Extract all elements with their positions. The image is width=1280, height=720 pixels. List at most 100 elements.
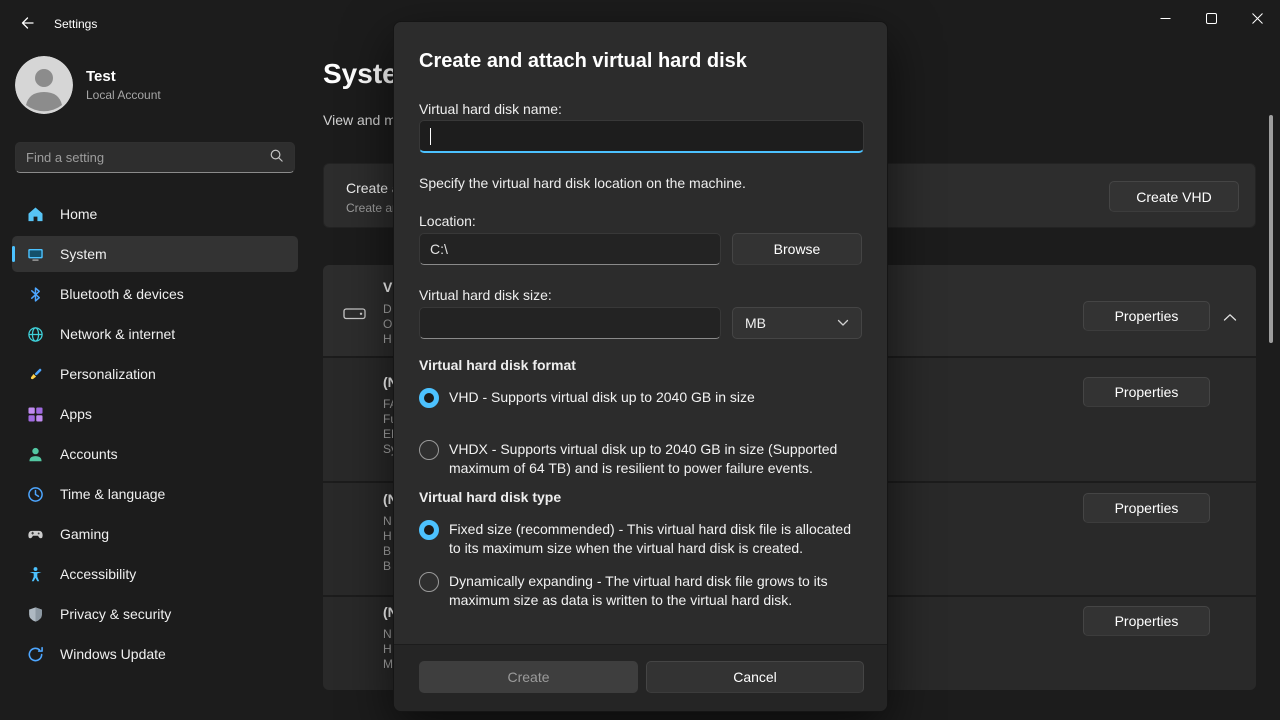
radio-label: Fixed size (recommended) - This virtual … [449,521,852,556]
back-arrow-icon [21,17,34,29]
home-icon [26,205,44,223]
radio-option-vhdx[interactable]: VHDX - Supports virtual disk up to 2040 … [419,440,867,478]
sidebar-item-accounts[interactable]: Accounts [12,436,298,472]
location-value: C:\ [430,241,448,257]
size-unit-value: MB [745,315,766,331]
sidebar-item-label: Time & language [60,486,166,502]
sidebar-nav: Home System Bluetooth & devices Network … [12,196,298,676]
location-input[interactable]: C:\ [419,233,721,265]
radio-button-unchecked[interactable] [419,440,439,460]
sidebar-item-label: Accessibility [60,566,137,582]
user-account[interactable]: Test Local Account [15,56,161,114]
apps-icon [26,405,44,423]
location-label: Location: [419,213,476,229]
create-button[interactable]: Create [419,661,638,693]
properties-button[interactable]: Properties [1083,377,1210,407]
text-caret [430,127,431,145]
radio-label: VHD - Supports virtual disk up to 2040 G… [449,389,755,405]
chevron-down-icon [837,319,849,326]
properties-button[interactable]: Properties [1083,493,1210,523]
page-subtitle: View and m [323,112,396,128]
disk-name: V [383,279,393,295]
sidebar-item-gaming[interactable]: Gaming [12,516,298,552]
minimize-button[interactable] [1142,0,1188,36]
vhd-name-input[interactable] [419,120,864,153]
gaming-icon [26,525,44,543]
type-heading: Virtual hard disk type [419,489,562,505]
radio-option-dynamically-expanding[interactable]: Dynamically expanding - The virtual hard… [419,572,867,610]
radio-button-checked[interactable] [419,388,439,408]
dialog-footer: Create Cancel [394,644,887,711]
sidebar-item-time-language[interactable]: Time & language [12,476,298,512]
card-title: Create a [346,180,400,196]
size-input[interactable] [419,307,721,339]
sidebar-item-bluetooth-devices[interactable]: Bluetooth & devices [12,276,298,312]
sidebar-item-apps[interactable]: Apps [12,396,298,432]
create-vhd-dialog: Create and attach virtual hard disk Virt… [393,21,888,712]
network-icon [26,325,44,343]
sidebar-item-home[interactable]: Home [12,196,298,232]
sidebar-item-network-internet[interactable]: Network & internet [12,316,298,352]
cancel-button[interactable]: Cancel [646,661,864,693]
maximize-icon [1205,12,1217,24]
sidebar-item-label: Personalization [60,366,156,382]
windows-update-icon [26,645,44,663]
radio-button-unchecked[interactable] [419,572,439,592]
sidebar-item-label: Gaming [60,526,110,542]
size-label: Virtual hard disk size: [419,287,552,303]
size-unit-dropdown[interactable]: MB [732,307,862,339]
close-icon [1251,12,1263,24]
sidebar-item-label: Home [60,206,98,222]
maximize-button[interactable] [1188,0,1234,36]
sidebar: Test Local Account Home System Bluetooth… [0,48,310,720]
system-icon [26,245,44,263]
accessibility-icon [26,565,44,583]
disk-detail: D [383,302,392,316]
accounts-icon [26,445,44,463]
properties-button[interactable]: Properties [1083,606,1210,636]
search-icon [269,148,284,168]
window-controls [1142,0,1280,36]
sidebar-item-label: Bluetooth & devices [60,286,184,302]
scrollbar[interactable] [1269,115,1273,343]
disk-icon [343,305,366,327]
sidebar-item-label: Apps [60,406,92,422]
settings-window: Settings Test Local Account Find a setti… [0,0,1280,720]
create-vhd-button[interactable]: Create VHD [1109,181,1239,212]
sidebar-item-system[interactable]: System [12,236,298,272]
chevron-up-icon[interactable] [1223,309,1237,327]
back-button[interactable] [8,8,46,38]
user-account-type: Local Account [86,88,161,102]
vhd-name-label: Virtual hard disk name: [419,101,562,117]
minimize-icon [1160,17,1170,19]
sidebar-item-label: Network & internet [60,326,176,342]
sidebar-item-personalization[interactable]: Personalization [12,356,298,392]
radio-label: VHDX - Supports virtual disk up to 2040 … [449,441,838,476]
radio-option-fixed-size[interactable]: Fixed size (recommended) - This virtual … [419,520,867,558]
person-icon [15,56,73,114]
time-language-icon [26,485,44,503]
privacy-security-icon [26,605,44,623]
radio-label: Dynamically expanding - The virtual hard… [449,573,828,608]
app-title: Settings [54,17,98,31]
avatar [15,56,73,114]
radio-option-vhd[interactable]: VHD - Supports virtual disk up to 2040 G… [419,388,867,408]
sidebar-item-windows-update[interactable]: Windows Update [12,636,298,672]
radio-button-checked[interactable] [419,520,439,540]
disk-detail: O [383,317,393,331]
properties-button[interactable]: Properties [1083,301,1210,331]
personalization-icon [26,365,44,383]
location-instruction: Specify the virtual hard disk location o… [419,175,746,191]
bluetooth-icon [26,285,44,303]
close-button[interactable] [1234,0,1280,36]
sidebar-item-label: Privacy & security [60,606,172,622]
browse-button[interactable]: Browse [732,233,862,265]
sidebar-item-accessibility[interactable]: Accessibility [12,556,298,592]
dialog-title: Create and attach virtual hard disk [419,50,747,72]
search-input[interactable] [26,150,269,165]
sidebar-item-label: Accounts [60,446,118,462]
sidebar-item-privacy-security[interactable]: Privacy & security [12,596,298,632]
sidebar-item-label: Windows Update [60,646,166,662]
search-box[interactable] [15,142,295,173]
user-name: Test [86,68,116,85]
